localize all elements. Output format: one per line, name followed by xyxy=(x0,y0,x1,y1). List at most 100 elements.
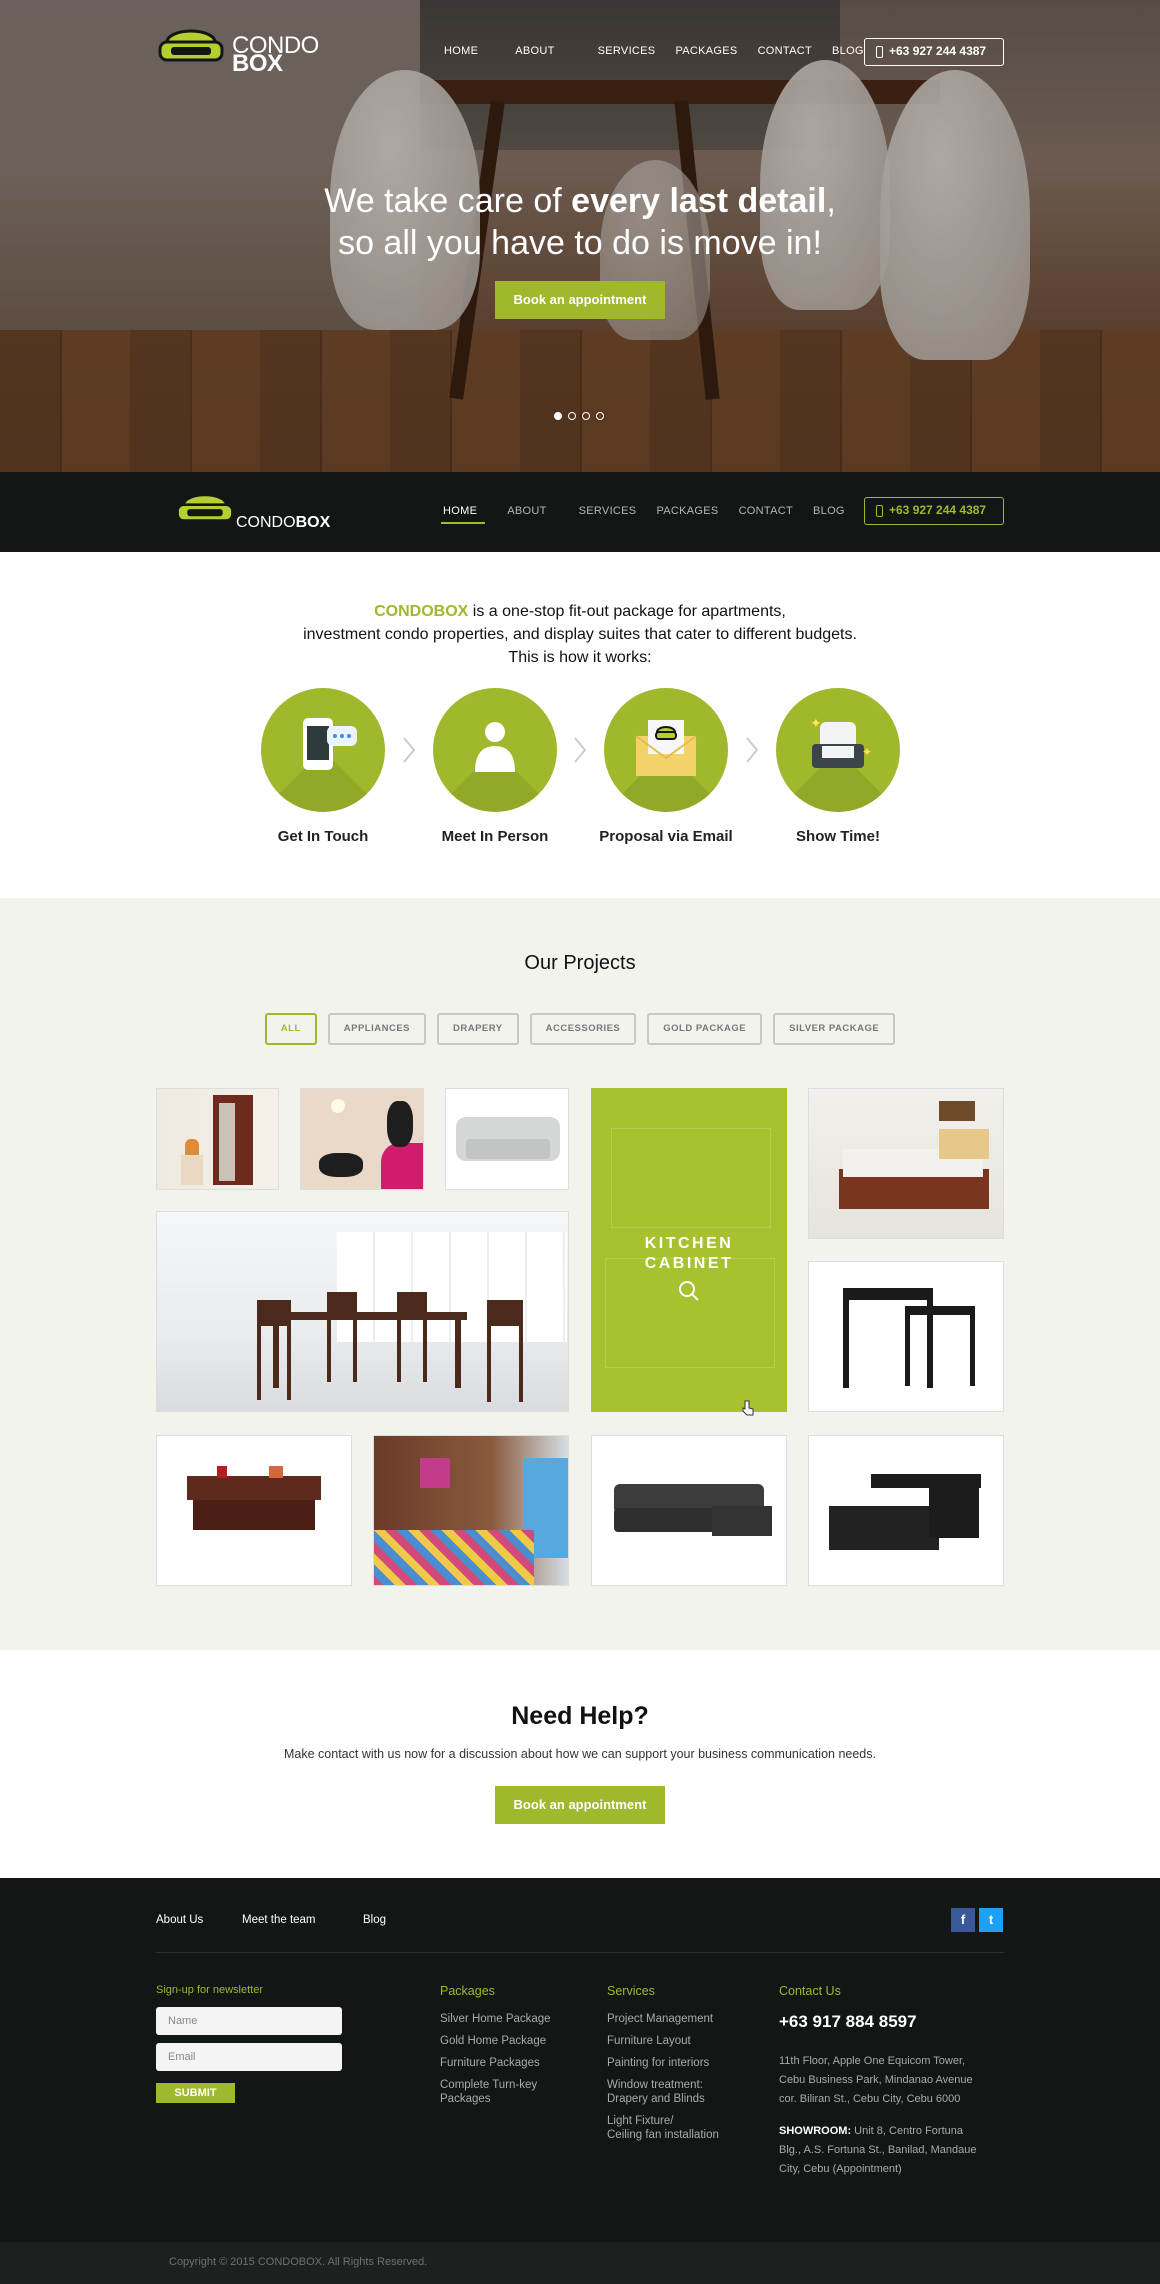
intro-brand: CONDOBOX xyxy=(374,603,469,620)
step-label: Meet In Person xyxy=(441,828,549,845)
nav-blog[interactable]: BLOG xyxy=(813,505,845,517)
phone-number: +63 927 244 4387 xyxy=(889,503,987,517)
nav-services[interactable]: SERVICES xyxy=(598,45,656,57)
sofa-logo-icon xyxy=(176,493,234,522)
phone-button[interactable]: +63 927 244 4387 xyxy=(864,38,1004,66)
footer-service-link[interactable]: Window treatment: xyxy=(607,2078,767,2092)
nav-contact[interactable]: CONTACT xyxy=(739,505,793,517)
project-tile-wardrobe[interactable] xyxy=(156,1088,279,1190)
filter-drapery[interactable]: DRAPERY xyxy=(437,1013,519,1045)
packages-heading: Packages xyxy=(440,1984,495,1998)
tile-title: KITCHEN CABINET xyxy=(644,1235,734,1272)
projects-title: Our Projects xyxy=(524,952,636,974)
logo-text: CONDO BOX xyxy=(232,32,319,77)
intro-line: is a one-stop fit-out package for apartm… xyxy=(468,603,786,620)
newsletter-email-input[interactable] xyxy=(156,2043,342,2071)
slider-dot[interactable] xyxy=(596,412,604,420)
phone-chat-icon xyxy=(303,718,357,770)
search-icon[interactable] xyxy=(678,1280,700,1302)
project-tile-sectional-sofa[interactable] xyxy=(591,1435,787,1586)
headline-comma: , xyxy=(826,182,836,220)
footer-service-link[interactable]: Painting for interiors xyxy=(607,2056,767,2070)
project-tile-dining-set[interactable] xyxy=(156,1211,569,1412)
filter-accessories[interactable]: ACCESSORIES xyxy=(529,1013,637,1045)
newsletter-name-input[interactable] xyxy=(156,2007,342,2035)
step-circle xyxy=(433,688,557,812)
sticky-logo-text: CONDOBOX xyxy=(236,514,331,531)
intro-text: CONDOBOX is a one-stop fit-out package f… xyxy=(0,600,1160,669)
step-label: Show Time! xyxy=(796,828,880,845)
sticky-phone-button[interactable]: +63 927 244 4387 xyxy=(864,497,1004,525)
project-tile-bed[interactable] xyxy=(808,1088,1004,1239)
chevron-right-icon xyxy=(746,737,759,763)
project-tile-sofa[interactable] xyxy=(445,1088,569,1190)
hero-book-button[interactable]: Book an appointment xyxy=(495,281,665,319)
footer-link-blog[interactable]: Blog xyxy=(363,1914,386,1926)
services-heading: Services xyxy=(607,1984,655,1998)
footer-service-link[interactable]: Light Fixture/ xyxy=(607,2114,767,2128)
active-underline xyxy=(441,522,485,524)
footer-link-team[interactable]: Meet the team xyxy=(242,1914,316,1926)
filter-appliances[interactable]: APPLIANCES xyxy=(327,1013,426,1045)
project-tile-kitchen-cabinet[interactable]: KITCHEN CABINET xyxy=(591,1088,787,1416)
nav-packages[interactable]: PACKAGES xyxy=(656,505,718,517)
cabinet-outline xyxy=(605,1258,775,1368)
pointer-cursor-icon xyxy=(742,1400,754,1416)
project-tile-coffee-table[interactable] xyxy=(156,1435,352,1586)
sticky-nav: HOME ABOUT SERVICES PACKAGES CONTACT BLO… xyxy=(441,505,845,524)
hero-headline: We take care of every last detail, so al… xyxy=(0,180,1160,264)
headline-line2: so all you have to do is move in! xyxy=(338,224,822,262)
project-tile-wall-decal[interactable] xyxy=(300,1088,424,1190)
mobile-phone-icon xyxy=(876,46,883,58)
footer-service-link[interactable]: Drapery and Blinds xyxy=(607,2092,767,2106)
nav-home[interactable]: HOME xyxy=(444,45,478,57)
logo[interactable] xyxy=(156,28,226,73)
footer-divider xyxy=(156,1952,1004,1953)
nav-home[interactable]: HOME xyxy=(441,505,485,524)
step-circle: ✦ ✦ xyxy=(776,688,900,812)
nav-services[interactable]: SERVICES xyxy=(579,505,637,517)
newsletter-heading: Sign-up for newsletter xyxy=(156,1984,263,1996)
facebook-icon[interactable]: f xyxy=(951,1908,975,1932)
twitter-icon[interactable]: t xyxy=(979,1908,1003,1932)
nav-blog[interactable]: BLOG xyxy=(832,45,864,57)
chevron-right-icon xyxy=(574,737,587,763)
footer-package-link[interactable]: Packages xyxy=(440,2092,590,2106)
newsletter-submit-button[interactable]: SUBMIT xyxy=(156,2083,235,2103)
footer-service-link[interactable]: Project Management xyxy=(607,2012,767,2026)
step-show-time: ✦ ✦ Show Time! xyxy=(776,688,900,845)
slider-dot[interactable] xyxy=(568,412,576,420)
nav-contact[interactable]: CONTACT xyxy=(758,45,812,57)
svg-text:✦: ✦ xyxy=(810,716,822,732)
project-tile-nesting-tables[interactable] xyxy=(808,1261,1004,1412)
contact-phone[interactable]: +63 917 884 8597 xyxy=(779,2012,917,2032)
footer-package-link[interactable]: Complete Turn-key xyxy=(440,2078,590,2092)
filter-all[interactable]: ALL xyxy=(264,1013,317,1045)
email-icon xyxy=(635,720,697,776)
person-icon xyxy=(475,722,515,772)
sticky-logo[interactable] xyxy=(174,492,236,533)
slider-dots xyxy=(554,412,604,420)
footer-package-link[interactable]: Silver Home Package xyxy=(440,2012,590,2026)
project-tile-modern-table[interactable] xyxy=(808,1435,1004,1586)
slider-dot[interactable] xyxy=(582,412,590,420)
project-tile-kids-bedroom[interactable] xyxy=(373,1435,569,1586)
footer-package-link[interactable]: Gold Home Package xyxy=(440,2034,590,2048)
nav-about[interactable]: ABOUT xyxy=(515,45,554,57)
slider-dot[interactable] xyxy=(554,412,562,420)
footer-link-about[interactable]: About Us xyxy=(156,1914,203,1926)
footer-package-link[interactable]: Furniture Packages xyxy=(440,2056,590,2070)
help-book-button[interactable]: Book an appointment xyxy=(495,1786,665,1824)
footer-service-link[interactable]: Ceiling fan installation xyxy=(607,2128,767,2142)
phone-number: +63 927 244 4387 xyxy=(889,44,987,58)
footer-service-link[interactable]: Furniture Layout xyxy=(607,2034,767,2048)
filter-gold-package[interactable]: GOLD PACKAGE xyxy=(647,1013,763,1045)
nav-about[interactable]: ABOUT xyxy=(507,505,546,517)
step-label: Proposal via Email xyxy=(599,828,733,845)
nav-packages[interactable]: PACKAGES xyxy=(675,45,737,57)
sofa-icon: ✦ ✦ xyxy=(810,716,872,768)
chevron-right-icon xyxy=(403,737,416,763)
services-list: Project Management Furniture Layout Pain… xyxy=(607,2012,767,2142)
intro-line: investment condo properties, and display… xyxy=(303,626,857,643)
filter-silver-package[interactable]: SILVER PACKAGE xyxy=(773,1013,896,1045)
